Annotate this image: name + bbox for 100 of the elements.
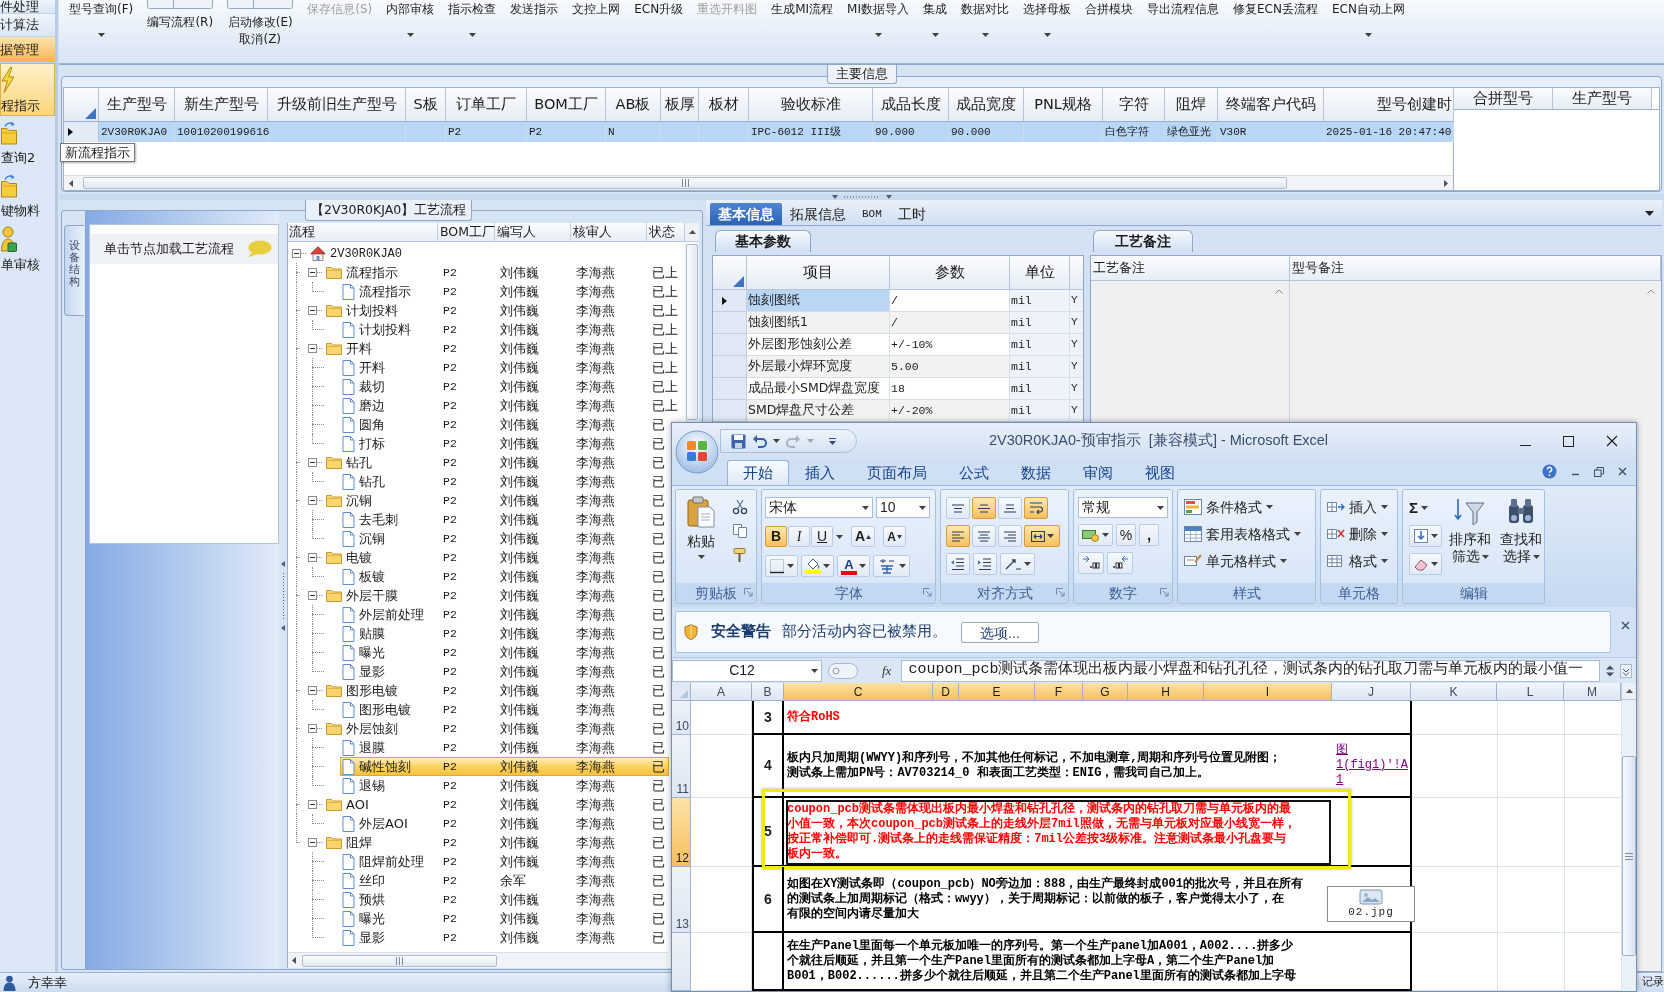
column-header[interactable]: 编写人 [495, 223, 571, 241]
toolbar-button[interactable]: 型号查询(F) [68, 0, 135, 37]
column-header[interactable]: E [959, 683, 1035, 701]
currency-button[interactable] [1078, 524, 1113, 546]
ribbon-tab[interactable]: 审阅 [1067, 460, 1129, 485]
comma-button[interactable]: , [1139, 524, 1159, 546]
column-header[interactable]: I [1204, 683, 1332, 701]
tree-row[interactable]: 图形电镀 P2 刘伟巍 李海燕 已 [340, 700, 669, 719]
table-cell[interactable]: SMD焊盘尺寸公差 [747, 400, 890, 422]
column-header[interactable]: 流程 [288, 223, 438, 241]
table-cell[interactable]: 外层图形蚀刻公差 [747, 334, 890, 356]
sort-filter-button[interactable]: 排序和 筛选 [1447, 495, 1493, 575]
toolbar-button[interactable]: 文控上网 [571, 0, 622, 18]
ribbon-tab[interactable]: 开始 [727, 460, 789, 485]
shrink-font-button[interactable]: A [883, 526, 906, 547]
embedded-file[interactable]: 02.jpg [1327, 886, 1415, 922]
toolbar-button[interactable]: 内部审核 [385, 0, 436, 37]
tree-toggle-icon[interactable] [308, 496, 317, 505]
phonetic-guide-button[interactable] [873, 555, 910, 577]
column-header[interactable]: 生产型号 [1553, 88, 1652, 109]
column-header[interactable]: A [691, 683, 752, 701]
column-header[interactable]: 订单工厂 [446, 88, 527, 121]
toolbar-button[interactable]: 选择母板 [1022, 0, 1072, 37]
column-header[interactable]: K [1411, 683, 1497, 701]
hyperlink[interactable]: 图1(fig1)'!A1 [1336, 743, 1409, 788]
tree-row[interactable]: 贴膜 P2 刘伟巍 李海燕 已 [340, 624, 669, 643]
font-size-field[interactable]: 10 [876, 497, 930, 518]
find-select-button[interactable]: 查找和 选择 [1498, 495, 1544, 575]
tree-toggle-icon[interactable] [308, 306, 317, 315]
restore-icon[interactable] [1594, 466, 1604, 477]
fill-button[interactable] [1409, 525, 1442, 547]
sidebar-section[interactable]: 据管理 [0, 37, 55, 63]
tree-row[interactable]: 退锡 P2 刘伟巍 李海燕 已 [340, 776, 669, 795]
scissors-icon[interactable] [732, 499, 748, 515]
toolbar-button[interactable]: 合拼模块 [1084, 0, 1134, 18]
column-header[interactable]: 阻焊 [1165, 88, 1218, 121]
tree-toggle-icon[interactable] [308, 268, 317, 277]
column-header[interactable]: BOM工厂 [527, 88, 606, 121]
ribbon-tab[interactable]: 插入 [789, 460, 851, 485]
tree-row[interactable]: 钻孔 P2 刘伟巍 李海燕 已 [340, 472, 669, 491]
tree-row[interactable]: 退膜 P2 刘伟巍 李海燕 已 [340, 738, 669, 757]
tree-toggle-icon[interactable] [308, 800, 317, 809]
number-format-field[interactable]: 常规 [1078, 497, 1168, 518]
column-header[interactable]: B [752, 683, 784, 701]
chevron-down-icon[interactable] [1620, 663, 1632, 678]
column-header[interactable]: F [1035, 683, 1083, 701]
wrap-text-button[interactable] [1024, 497, 1048, 519]
tree-row[interactable]: 磨边 P2 刘伟巍 李海燕 已上 [340, 396, 686, 415]
format-as-table-button[interactable]: 套用表格格式 [1184, 523, 1315, 545]
tree-toggle-icon[interactable] [308, 344, 317, 353]
tree-row[interactable]: 计划投料 P2 刘伟巍 李海燕 已上 [324, 301, 686, 320]
tree-row[interactable]: 显影 P2 刘伟巍 李海燕 已 [340, 928, 669, 947]
cell-styles-button[interactable]: 单元格样式 [1184, 550, 1315, 572]
toolbar-button[interactable]: ECN升级 [633, 0, 685, 18]
column-header[interactable]: 字符 [1103, 88, 1165, 121]
toolbar-button[interactable]: 启动修改(E) 取消(Z) [226, 0, 295, 48]
tree-row[interactable]: 图形电镀 P2 刘伟巍 李海燕 已 [324, 681, 669, 700]
toolbar-button[interactable]: 编写流程(R) [146, 0, 215, 31]
tree-toggle-icon[interactable] [308, 458, 317, 467]
save-icon[interactable] [731, 433, 746, 449]
tree-row[interactable]: 裁切 P2 刘伟巍 李海燕 已上 [340, 377, 686, 396]
merge-cells-button[interactable] [1024, 525, 1060, 547]
delete-cells-button[interactable]: 删除 [1327, 523, 1397, 545]
format-cells-button[interactable]: 格式 [1327, 550, 1397, 572]
column-header[interactable]: 型号创建时 [1324, 88, 1454, 121]
dialog-launcher-icon[interactable] [744, 588, 753, 597]
table-cell[interactable]: 成品最小SMD焊盘宽度 [747, 378, 890, 400]
shortcut-item[interactable]: 单审核 [0, 222, 55, 275]
side-tab[interactable]: 设备结构 [64, 225, 84, 316]
column-header[interactable]: 参数 [890, 256, 1010, 289]
increase-indent-button[interactable] [973, 553, 997, 575]
column-header[interactable]: BOM工厂 [438, 223, 495, 241]
column-header[interactable]: 状态 [647, 223, 685, 241]
tree-row[interactable]: 外层干膜 P2 刘伟巍 李海燕 已 [324, 586, 669, 605]
row-header[interactable]: 12 [672, 798, 691, 867]
scrollbar-thumb[interactable] [302, 954, 497, 967]
row-header[interactable]: 10 [672, 701, 691, 735]
row-header[interactable]: 11 [672, 735, 691, 798]
tree-row[interactable]: 丝印 P2 余军 李海燕 已 [340, 871, 669, 890]
tree-row[interactable]: 开料 P2 刘伟巍 李海燕 已上 [340, 358, 686, 377]
scrollbar-thumb[interactable] [686, 244, 698, 420]
tree-toggle-icon[interactable] [308, 686, 317, 695]
tree-row[interactable]: 计划投料 P2 刘伟巍 李海燕 已上 [340, 320, 686, 339]
paintbrush-icon[interactable] [732, 547, 748, 563]
maximize-icon[interactable] [1563, 435, 1574, 447]
tree-row[interactable]: 显影 P2 刘伟巍 李海燕 已 [340, 662, 669, 681]
borders-button[interactable] [765, 555, 798, 577]
font-color-button[interactable]: A [837, 555, 870, 577]
tree-toggle-icon[interactable] [308, 838, 317, 847]
align-right-button[interactable] [998, 525, 1022, 547]
tree-row[interactable]: 阻焊前处理 P2 刘伟巍 李海燕 已 [340, 852, 669, 871]
column-header[interactable]: 板厚 [661, 88, 699, 121]
section-tab[interactable]: 基本参数 [715, 230, 811, 252]
tree-row[interactable]: 预烘 P2 刘伟巍 李海燕 已 [340, 890, 669, 909]
tree-row[interactable]: 曝光 P2 刘伟巍 李海燕 已 [340, 909, 669, 928]
column-header[interactable]: 成品宽度 [949, 88, 1024, 121]
tree-row[interactable]: AOI P2 刘伟巍 李海燕 已 [324, 795, 669, 814]
align-middle-button[interactable] [972, 497, 996, 519]
insert-function-button[interactable]: fx [882, 660, 892, 681]
tree-row[interactable]: 外层前处理 P2 刘伟巍 李海燕 已 [340, 605, 669, 624]
